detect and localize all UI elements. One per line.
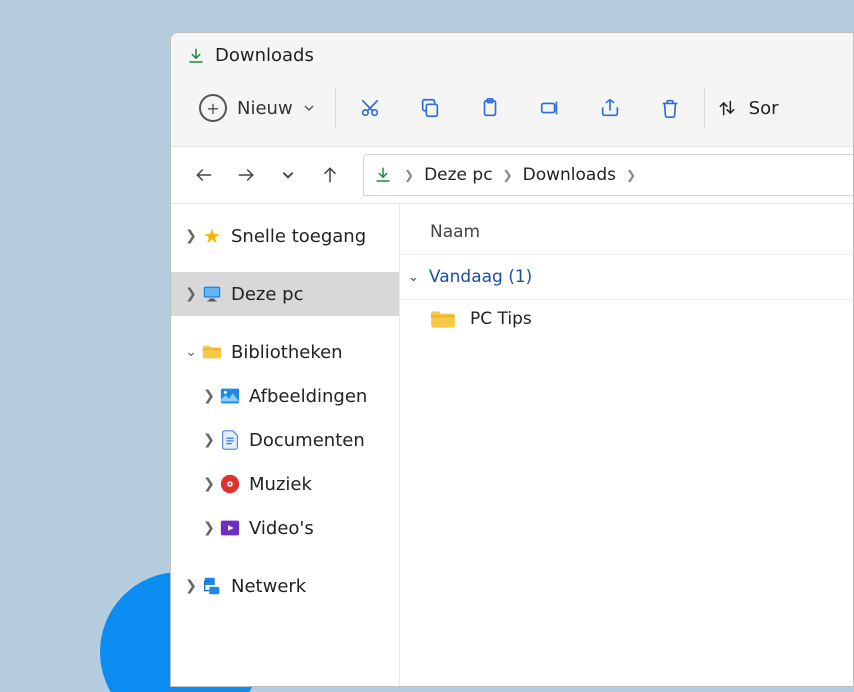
videos-icon [219,517,241,539]
desktop: Downloads + Nieuw [0,0,854,692]
chevron-down-icon [303,102,315,114]
toolbar-separator [704,88,705,128]
breadcrumb-item[interactable]: Downloads [519,165,620,185]
pc-icon [201,283,223,305]
back-button[interactable] [183,155,225,195]
sidebar-item-label: Video's [249,518,314,539]
file-list-pane: Naam ⌄ Vandaag (1) PC Tips [400,204,853,686]
plus-icon: + [199,94,227,122]
sidebar-item-label: Afbeeldingen [249,386,367,407]
arrow-up-icon [320,165,340,185]
file-explorer-window: Downloads + Nieuw [170,32,854,687]
chevron-right-icon[interactable]: ❯ [181,286,201,302]
address-bar[interactable]: ❯ Deze pc ❯ Downloads ❯ [363,154,853,196]
file-row[interactable]: PC Tips [400,300,853,338]
folder-icon [201,341,223,363]
downloads-icon [374,166,392,184]
new-button-label: Nieuw [237,98,293,119]
chevron-right-icon[interactable]: ❯ [199,432,219,448]
toolbar: + Nieuw [171,72,853,147]
folder-icon [430,308,456,330]
chevron-down-icon: ⌄ [408,270,419,285]
toolbar-separator [335,88,336,128]
chevron-right-icon: ❯ [626,168,636,182]
chevron-down-icon [281,168,295,182]
chevron-right-icon: ❯ [503,168,513,182]
file-name: PC Tips [470,309,532,329]
sidebar-item-videos[interactable]: ❯ Video's [171,506,399,550]
delete-button[interactable] [642,88,698,128]
sort-button[interactable]: Sor [717,98,779,119]
pictures-icon [219,385,241,407]
scissors-icon [359,97,381,119]
share-icon [599,97,621,119]
copy-button[interactable] [402,88,458,128]
paste-button[interactable] [462,88,518,128]
downloads-icon [187,47,205,65]
sidebar-item-label: Netwerk [231,576,306,597]
chevron-right-icon[interactable]: ❯ [199,520,219,536]
network-icon [201,575,223,597]
chevron-right-icon[interactable]: ❯ [181,578,201,594]
arrow-left-icon [194,165,214,185]
copy-icon [419,97,441,119]
sidebar-item-label: Bibliotheken [231,342,343,363]
chevron-right-icon: ❯ [404,168,414,182]
rename-icon [539,97,561,119]
navigation-pane: ❯ ★ Snelle toegang ❯ Deze pc ⌄ [171,204,400,686]
sidebar-item-pictures[interactable]: ❯ Afbeeldingen [171,374,399,418]
sidebar-item-music[interactable]: ❯ Muziek [171,462,399,506]
nav-buttons [171,155,363,195]
chevron-right-icon[interactable]: ❯ [199,476,219,492]
breadcrumb-item[interactable]: Deze pc [420,165,496,185]
share-button[interactable] [582,88,638,128]
navigation-bar: ❯ Deze pc ❯ Downloads ❯ [171,147,853,204]
sidebar-item-quick-access[interactable]: ❯ ★ Snelle toegang [171,214,399,258]
window-title: Downloads [215,45,314,66]
forward-button[interactable] [225,155,267,195]
title-bar: Downloads [171,33,853,72]
recent-button[interactable] [267,155,309,195]
sidebar-item-this-pc[interactable]: ❯ Deze pc [171,272,399,316]
sidebar-item-label: Documenten [249,430,365,451]
cut-button[interactable] [342,88,398,128]
window-body: ❯ ★ Snelle toegang ❯ Deze pc ⌄ [171,204,853,686]
sort-icon [717,98,737,118]
sidebar-item-network[interactable]: ❯ Netwerk [171,564,399,608]
trash-icon [659,97,681,119]
chevron-down-icon[interactable]: ⌄ [181,344,201,360]
new-button[interactable]: + Nieuw [193,90,321,126]
group-label: Vandaag (1) [429,267,532,287]
documents-icon [219,429,241,451]
sidebar-item-label: Muziek [249,474,312,495]
paste-icon [479,97,501,119]
up-button[interactable] [309,155,351,195]
rename-button[interactable] [522,88,578,128]
sidebar-item-documents[interactable]: ❯ Documenten [171,418,399,462]
sidebar-item-libraries[interactable]: ⌄ Bibliotheken [171,330,399,374]
arrow-right-icon [236,165,256,185]
sort-label: Sor [749,98,779,119]
chevron-right-icon[interactable]: ❯ [199,388,219,404]
star-icon: ★ [201,225,223,247]
column-header-name[interactable]: Naam [400,218,853,246]
sidebar-item-label: Snelle toegang [231,226,366,247]
file-group-header[interactable]: ⌄ Vandaag (1) [400,254,853,300]
sidebar-item-label: Deze pc [231,284,304,305]
music-icon [219,473,241,495]
chevron-right-icon[interactable]: ❯ [181,228,201,244]
